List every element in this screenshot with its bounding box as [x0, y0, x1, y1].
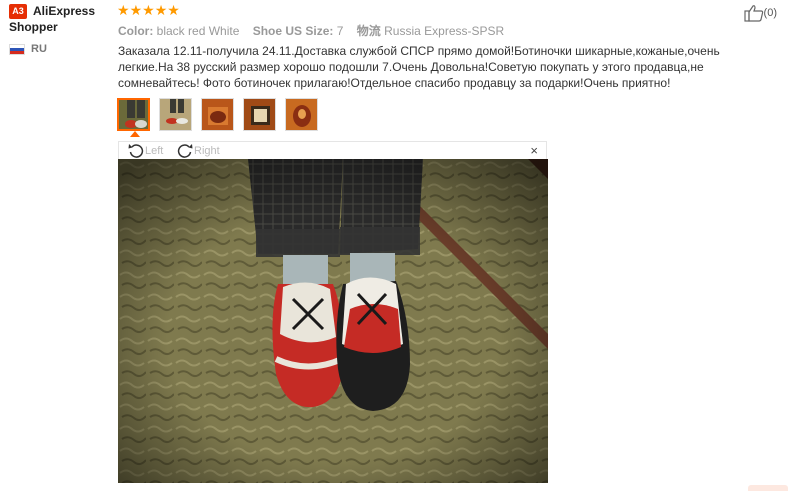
active-thumbnail-caret: [130, 131, 140, 137]
bottom-action-button[interactable]: [748, 485, 788, 491]
shipping-label: 物流: [356, 24, 381, 38]
close-viewer-button[interactable]: ×: [530, 143, 538, 158]
rotate-left-button[interactable]: Left: [127, 142, 163, 160]
photo-viewer-toolbar: Left Right ×: [118, 141, 547, 159]
color-label: Color:: [118, 24, 154, 38]
thumbs-up-icon: [743, 5, 763, 22]
size-label: Shoe US Size:: [252, 24, 334, 38]
rotate-left-label: Left: [145, 145, 164, 157]
order-info: Color: black red White Shoe US Size: 7 物…: [118, 22, 514, 39]
star-icon: ★: [154, 2, 168, 18]
photo-thumbnail[interactable]: [285, 98, 318, 131]
rating-stars: ★ ★ ★ ★ ★: [117, 2, 180, 18]
helpful-button[interactable]: (0): [743, 4, 777, 22]
review-text: Заказала 12.11-получила 24.11.Доставка с…: [118, 44, 720, 90]
size-value: 7: [336, 24, 344, 38]
photo-thumbnail[interactable]: [201, 98, 234, 131]
helpful-count: (0): [763, 7, 777, 19]
country: RU: [9, 43, 47, 55]
rotate-left-icon: [128, 144, 144, 158]
rotate-right-label: Right: [194, 145, 220, 157]
star-icon: ★: [129, 2, 143, 18]
review-photo: [118, 159, 548, 483]
photo-thumbnail[interactable]: [117, 98, 150, 131]
photo-thumbnail[interactable]: [159, 98, 192, 131]
rotate-right-button[interactable]: Right: [176, 142, 220, 160]
shipping-value: Russia Express-SPSR: [384, 24, 505, 38]
star-icon: ★: [142, 2, 155, 18]
color-value: black red White: [156, 24, 240, 38]
russia-flag-icon: [9, 43, 25, 55]
country-code: RU: [31, 43, 47, 55]
photo-thumbnail[interactable]: [243, 98, 276, 131]
star-icon: ★: [167, 2, 180, 18]
star-icon: ★: [117, 2, 130, 18]
photo-thumbnails: [117, 98, 327, 131]
rotate-right-icon: [177, 144, 193, 158]
user-level-badge: A3: [9, 4, 27, 19]
